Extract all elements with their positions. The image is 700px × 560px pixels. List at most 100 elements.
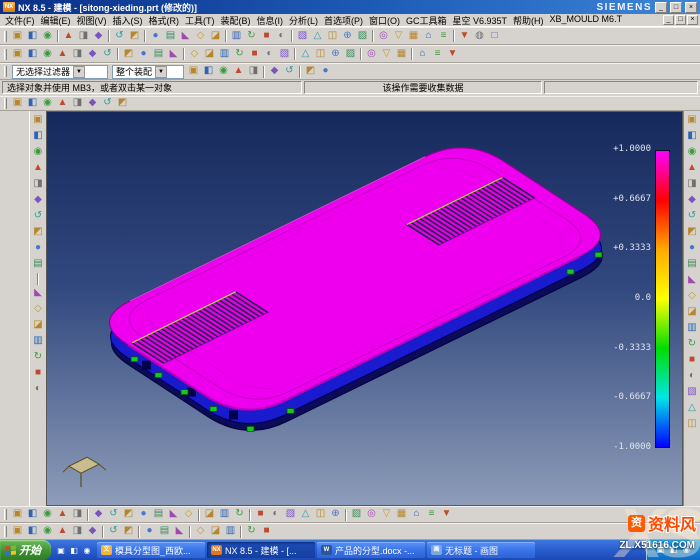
- perspective-icon[interactable]: ◆: [85, 96, 100, 111]
- thicken-icon[interactable]: ■: [247, 47, 262, 62]
- menu-item-5[interactable]: 工具(T): [182, 14, 218, 27]
- pocket-tool-icon[interactable]: ▨: [349, 507, 364, 522]
- core-insert-icon[interactable]: ◪: [202, 507, 217, 522]
- define-regions-icon[interactable]: ↺: [106, 507, 121, 522]
- close-button[interactable]: ×: [685, 2, 697, 13]
- datum-csys-icon[interactable]: ◩: [121, 47, 136, 62]
- end-point-icon[interactable]: ◧: [201, 64, 216, 79]
- cavity-insert-icon[interactable]: ▥: [217, 507, 232, 522]
- ejector-pin-icon[interactable]: ◐: [268, 507, 283, 522]
- mirror-feature-icon[interactable]: ◣: [166, 47, 181, 62]
- menu-item-10[interactable]: 窗口(O): [366, 14, 403, 27]
- media-player-icon[interactable]: ◉: [81, 544, 93, 557]
- edit-parting-icon[interactable]: ▤: [151, 507, 166, 522]
- toolbar-grip[interactable]: [4, 526, 7, 537]
- highlight-related-icon[interactable]: ◫: [685, 417, 700, 432]
- sphere-icon[interactable]: ◫: [325, 29, 340, 44]
- menu-item-1[interactable]: 编辑(E): [38, 14, 74, 27]
- workpiece-icon[interactable]: ▲: [55, 507, 70, 522]
- sub-insert-library-icon[interactable]: △: [298, 507, 313, 522]
- bom-list-icon[interactable]: ◎: [364, 507, 379, 522]
- selection-scope-combo[interactable]: 整个装配 ▼: [112, 65, 184, 79]
- center-point-icon[interactable]: ▲: [231, 64, 246, 79]
- curvature-graph-icon[interactable]: ◆: [685, 193, 700, 208]
- draft-icon[interactable]: ↻: [232, 47, 247, 62]
- object-display-icon[interactable]: ≡: [430, 47, 445, 62]
- history-palette-icon[interactable]: ↺: [31, 209, 46, 224]
- undo-icon[interactable]: ↺: [112, 29, 127, 44]
- dynamic-wcs-icon[interactable]: ↺: [106, 524, 121, 539]
- menu-item-8[interactable]: 分析(L): [286, 14, 321, 27]
- select-all-icon[interactable]: ◆: [267, 64, 282, 79]
- boolean-unite-icon[interactable]: ⊕: [340, 29, 355, 44]
- network-tray-icon[interactable]: ◧: [668, 544, 679, 556]
- check-mate-icon[interactable]: ↻: [685, 337, 700, 352]
- constraint-navigator-icon[interactable]: ◧: [31, 129, 46, 144]
- sketch-icon[interactable]: ▽: [391, 29, 406, 44]
- design-parting-icon[interactable]: ◣: [166, 507, 181, 522]
- cut-icon[interactable]: ▲: [61, 29, 76, 44]
- profile-icon[interactable]: ◧: [25, 47, 40, 62]
- child-restore-button[interactable]: □: [675, 15, 686, 25]
- menu-item-0[interactable]: 文件(F): [2, 14, 38, 27]
- redo-icon[interactable]: ◩: [127, 29, 142, 44]
- measure-distance-icon[interactable]: ⌂: [415, 47, 430, 62]
- taskbar-item-0[interactable]: 文模具分型图_西欧...: [97, 542, 205, 558]
- electrode-design-icon[interactable]: ⊕: [328, 507, 343, 522]
- child-close-button[interactable]: ×: [687, 15, 698, 25]
- touch-mode-icon[interactable]: ◐: [31, 382, 46, 397]
- standard-part-icon[interactable]: ■: [253, 507, 268, 522]
- radius-check-icon[interactable]: ▧: [685, 385, 700, 400]
- family-mold-icon[interactable]: ≡: [424, 507, 439, 522]
- hd3d-tools-icon[interactable]: ◨: [31, 177, 46, 192]
- line-icon[interactable]: ◉: [40, 47, 55, 62]
- circle-icon[interactable]: ◨: [70, 47, 85, 62]
- intersection-point-icon[interactable]: ◨: [246, 64, 261, 79]
- orient-wcs-icon[interactable]: ◩: [121, 524, 136, 539]
- refresh-view-icon[interactable]: ●: [148, 29, 163, 44]
- true-shading-icon[interactable]: ▣: [685, 113, 700, 128]
- optimize-face-icon[interactable]: ■: [685, 353, 700, 368]
- mold-drawing-icon[interactable]: ▽: [379, 507, 394, 522]
- initialize-project-icon[interactable]: ▣: [10, 507, 25, 522]
- snap-point-icon[interactable]: ▣: [186, 64, 201, 79]
- draft-analysis-icon[interactable]: ◨: [685, 177, 700, 192]
- show-object-icon[interactable]: ◇: [193, 524, 208, 539]
- web-browser-icon[interactable]: ◆: [31, 193, 46, 208]
- help-icon[interactable]: □: [487, 29, 502, 44]
- graphics-viewport[interactable]: +1.0000+0.6667+0.33330.0-0.3333-0.6667-1…: [46, 111, 683, 506]
- orient-view-icon[interactable]: ■: [259, 29, 274, 44]
- snap-center-icon[interactable]: ◉: [40, 524, 55, 539]
- snap-quadrant-icon[interactable]: ▲: [55, 524, 70, 539]
- class-selection-icon[interactable]: ■: [259, 524, 274, 539]
- compare-model-icon[interactable]: ▥: [685, 321, 700, 336]
- zoom-view-icon[interactable]: ◣: [178, 29, 193, 44]
- edge-blend-icon[interactable]: ◇: [187, 47, 202, 62]
- phone-cover-model[interactable]: [109, 148, 602, 432]
- trim-body-icon[interactable]: ◐: [262, 47, 277, 62]
- assembly-constraints-icon[interactable]: ◎: [364, 47, 379, 62]
- model-canvas[interactable]: [47, 112, 682, 505]
- child-minimize-button[interactable]: _: [663, 15, 674, 25]
- layer-move-icon[interactable]: ▤: [157, 524, 172, 539]
- extract-regions-icon[interactable]: ◩: [121, 507, 136, 522]
- roles-icon[interactable]: ●: [31, 241, 46, 256]
- open-icon[interactable]: ◧: [25, 29, 40, 44]
- window-switch-icon[interactable]: ◍: [472, 29, 487, 44]
- slider-lifter-icon[interactable]: ▧: [283, 507, 298, 522]
- extrude-icon[interactable]: ▦: [406, 29, 421, 44]
- sew-icon[interactable]: ▨: [343, 47, 358, 62]
- check-regions-icon[interactable]: ◆: [91, 507, 106, 522]
- grid-analysis-icon[interactable]: ◩: [685, 225, 700, 240]
- toolbar-grip[interactable]: [4, 31, 7, 42]
- offset-surface-icon[interactable]: ⊕: [328, 47, 343, 62]
- refresh-icon[interactable]: ▣: [10, 96, 25, 111]
- quick-trim-icon[interactable]: ◆: [85, 47, 100, 62]
- snap-end-icon[interactable]: ▣: [10, 524, 25, 539]
- show-hide-icon[interactable]: ▼: [445, 47, 460, 62]
- trim-mold-components-icon[interactable]: ↻: [232, 507, 247, 522]
- rotate-view-icon[interactable]: ◪: [208, 29, 223, 44]
- block-icon[interactable]: ▧: [295, 29, 310, 44]
- reuse-library-icon[interactable]: ▲: [31, 161, 46, 176]
- invert-selection-icon[interactable]: ↺: [282, 64, 297, 79]
